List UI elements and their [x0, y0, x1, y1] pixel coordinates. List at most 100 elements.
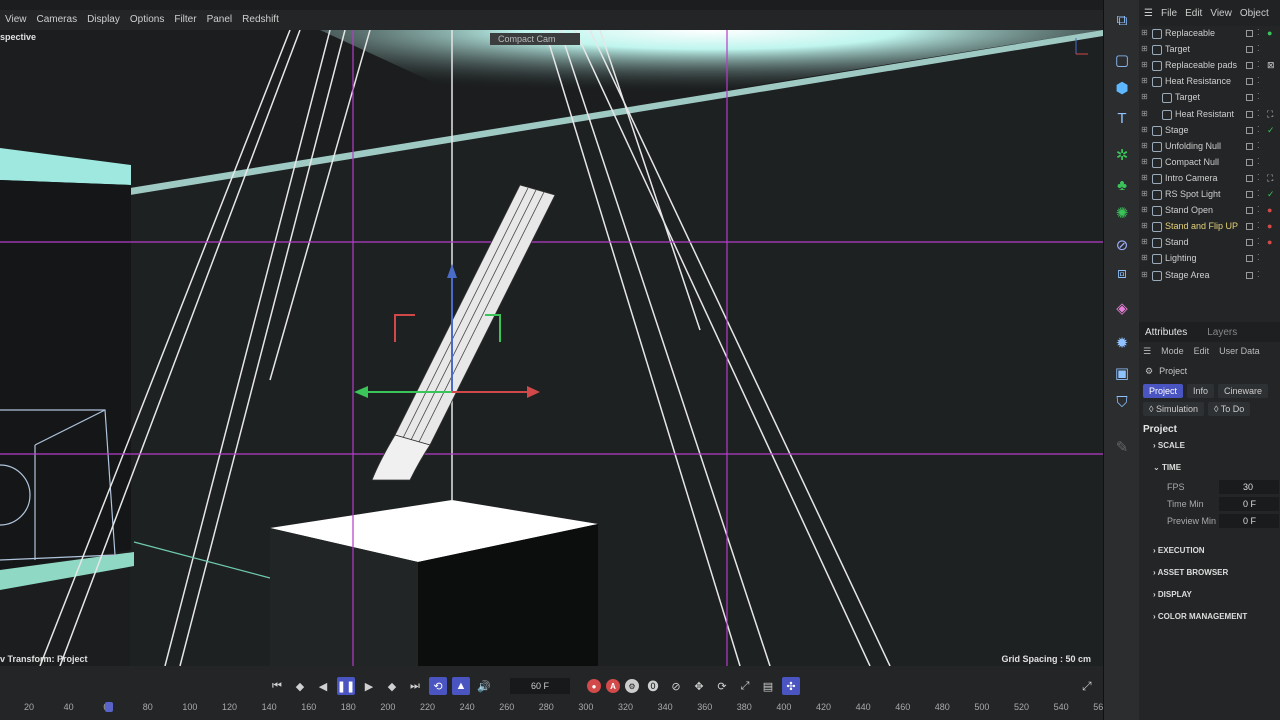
- render-visibility-icon[interactable]: ⁚: [1257, 157, 1260, 166]
- fps-field[interactable]: 30: [1219, 480, 1279, 494]
- tab-project[interactable]: Project: [1143, 384, 1184, 398]
- time-min-field[interactable]: 0 F: [1219, 497, 1279, 511]
- render-visibility-icon[interactable]: ⁚: [1257, 141, 1260, 150]
- record-icon[interactable]: ●: [587, 679, 601, 693]
- menu-redshift[interactable]: Redshift: [237, 12, 284, 28]
- previous-frame-icon[interactable]: ◀: [314, 677, 332, 695]
- rotate-key-icon[interactable]: ⟳: [713, 677, 731, 695]
- key-icon[interactable]: ⓿: [644, 677, 662, 695]
- visibility-checkbox[interactable]: [1246, 239, 1253, 247]
- render-visibility-icon[interactable]: ⁚: [1257, 92, 1260, 101]
- viewport-projection-label[interactable]: spective: [0, 32, 36, 42]
- object-row[interactable]: ⊞ Heat Resistance ⁚: [1139, 74, 1280, 90]
- next-frame-icon[interactable]: ▶: [360, 677, 378, 695]
- object-row[interactable]: ⊞ Intro Camera ⁚ ⛶: [1139, 171, 1280, 187]
- menu-panel[interactable]: Panel: [202, 12, 238, 28]
- expand-toggle-icon[interactable]: ⊞: [1141, 141, 1148, 150]
- visibility-checkbox[interactable]: [1246, 62, 1253, 70]
- render-visibility-icon[interactable]: ⁚: [1257, 253, 1260, 262]
- section-display[interactable]: › DISPLAY: [1139, 584, 1280, 606]
- light-icon[interactable]: ✹: [1112, 333, 1132, 353]
- preview-min-field[interactable]: 0 F: [1219, 514, 1279, 528]
- expand-toggle-icon[interactable]: ⊞: [1141, 60, 1148, 69]
- menu-cameras[interactable]: Cameras: [32, 12, 83, 28]
- menu-display[interactable]: Display: [82, 12, 125, 28]
- visibility-checkbox[interactable]: [1246, 94, 1253, 102]
- visibility-checkbox[interactable]: [1246, 191, 1253, 198]
- visibility-checkbox[interactable]: [1246, 110, 1253, 118]
- expand-toggle-icon[interactable]: ⊞: [1141, 44, 1148, 53]
- param-key-icon[interactable]: ▤: [759, 677, 777, 695]
- expand-toggle-icon[interactable]: ⊞: [1141, 221, 1148, 230]
- object-tag-icon[interactable]: ●: [1267, 221, 1272, 231]
- visibility-checkbox[interactable]: [1246, 78, 1253, 86]
- render-visibility-icon[interactable]: ⁚: [1257, 173, 1260, 182]
- scale-key-icon[interactable]: ⤢: [736, 677, 754, 695]
- om-menu-file[interactable]: File: [1161, 8, 1177, 19]
- object-row[interactable]: ⊞ Heat Resistant ⁚ ⛶: [1139, 107, 1280, 123]
- pla-key-icon[interactable]: ✣: [782, 677, 800, 695]
- tab-attributes[interactable]: Attributes: [1145, 327, 1187, 338]
- object-row[interactable]: ⊞ Stand and Flip UP ⁚ ●: [1139, 219, 1280, 235]
- visibility-checkbox[interactable]: [1246, 30, 1253, 37]
- paint-icon[interactable]: ✎: [1112, 437, 1132, 457]
- expand-toggle-icon[interactable]: ⊞: [1141, 173, 1148, 182]
- current-frame-field[interactable]: 60 F: [510, 678, 570, 694]
- render-visibility-icon[interactable]: ⁚: [1257, 221, 1260, 230]
- visibility-checkbox[interactable]: [1246, 271, 1253, 279]
- camera-icon[interactable]: ▣: [1112, 363, 1132, 383]
- active-camera-label[interactable]: Compact Cam: [490, 33, 580, 45]
- cube-icon[interactable]: ⬢: [1112, 78, 1132, 98]
- keyframe-selection-icon[interactable]: ⚙: [625, 679, 639, 693]
- visibility-checkbox[interactable]: [1246, 174, 1253, 182]
- sound-icon[interactable]: 🔊: [475, 677, 493, 695]
- field-icon[interactable]: ⧈: [1112, 263, 1132, 283]
- render-visibility-icon[interactable]: ⁚: [1257, 125, 1260, 134]
- expand-toggle-icon[interactable]: ⊞: [1141, 253, 1148, 262]
- object-row[interactable]: ⊞ Stand Open ⁚ ●: [1139, 203, 1280, 219]
- next-key-icon[interactable]: ◆: [383, 677, 401, 695]
- attr-menu-user-data[interactable]: User Data: [1219, 346, 1260, 356]
- expand-toggle-icon[interactable]: ⊞: [1141, 76, 1148, 85]
- render-visibility-icon[interactable]: ⁚: [1257, 44, 1260, 53]
- visibility-checkbox[interactable]: [1246, 223, 1253, 231]
- menu-view[interactable]: View: [0, 12, 32, 28]
- section-time[interactable]: ⌄ TIME: [1139, 457, 1280, 479]
- expand-toggle-icon[interactable]: ⊞: [1141, 109, 1148, 118]
- attr-menu-mode[interactable]: Mode: [1161, 346, 1184, 356]
- go-to-end-icon[interactable]: ⏭: [406, 677, 424, 695]
- om-menu-object[interactable]: Object: [1240, 8, 1269, 19]
- previous-key-icon[interactable]: ◆: [291, 677, 309, 695]
- object-tag-icon[interactable]: ●: [1267, 205, 1272, 215]
- section-asset-browser[interactable]: › ASSET BROWSER: [1139, 562, 1280, 584]
- visibility-checkbox[interactable]: [1246, 207, 1253, 215]
- tab-layers[interactable]: Layers: [1207, 327, 1237, 338]
- text-icon[interactable]: T: [1112, 108, 1132, 128]
- expand-toggle-icon[interactable]: ⊞: [1141, 270, 1148, 279]
- object-row[interactable]: ⊞ Target ⁚: [1139, 90, 1280, 106]
- visibility-checkbox[interactable]: [1246, 142, 1253, 150]
- 3d-viewport[interactable]: spective Compact Cam v Transform: Projec…: [0, 30, 1103, 666]
- loop-icon[interactable]: ⟲: [429, 677, 447, 695]
- object-tag-icon[interactable]: ⛶: [1267, 173, 1273, 184]
- go-to-start-icon[interactable]: ⏮: [268, 677, 286, 695]
- expand-icon[interactable]: ⤢: [1082, 679, 1098, 695]
- object-tag-icon[interactable]: ⛶: [1267, 109, 1273, 120]
- object-row[interactable]: ⊞ Lighting ⁚: [1139, 251, 1280, 267]
- hamburger-icon[interactable]: ☰: [1144, 8, 1153, 19]
- object-row[interactable]: ⊞ Replaceable ⁚ ●: [1139, 26, 1280, 42]
- render-visibility-icon[interactable]: ⁚: [1257, 60, 1260, 69]
- select-tool-icon[interactable]: ⧉: [1112, 10, 1132, 30]
- visibility-checkbox[interactable]: [1246, 255, 1253, 263]
- object-tag-icon[interactable]: ⊠: [1267, 60, 1275, 71]
- object-row[interactable]: ⊞ Unfolding Null ⁚: [1139, 139, 1280, 155]
- section-scale[interactable]: › SCALE: [1139, 435, 1280, 457]
- object-row[interactable]: ⊞ Stage ⁚ ✓: [1139, 123, 1280, 139]
- cloner-icon[interactable]: ♣: [1112, 175, 1132, 195]
- visibility-checkbox[interactable]: [1246, 158, 1253, 166]
- pause-icon[interactable]: ❚❚: [337, 677, 355, 695]
- tab-simulation[interactable]: ◊ Simulation: [1143, 402, 1204, 416]
- object-row[interactable]: ⊞ Stage Area ⁚: [1139, 268, 1280, 284]
- object-tag-icon[interactable]: ●: [1267, 237, 1272, 247]
- hamburger-icon[interactable]: ☰: [1143, 346, 1151, 357]
